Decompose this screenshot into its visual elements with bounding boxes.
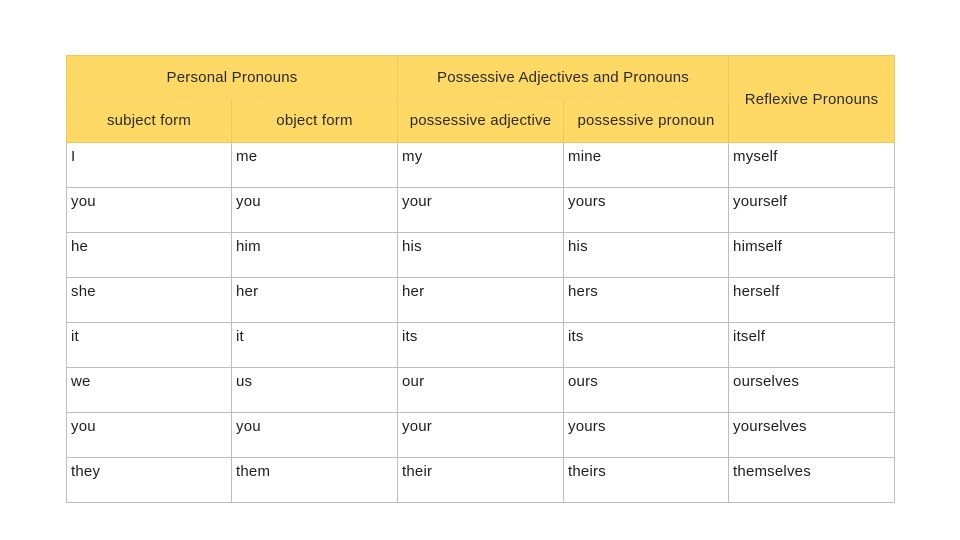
header-possessive-pronoun: possessive pronoun (563, 98, 730, 143)
cell-possessive-pronoun: mine (563, 142, 730, 188)
cell-object-form: it (230, 322, 399, 368)
table-body: Ime my mine myself you you your yours yourself he… (66, 142, 896, 503)
table-row: we us our ours ourselves (66, 367, 896, 413)
table-row: you you your yours yourselves (66, 412, 896, 458)
pronouns-table: Personal Pronouns Possessive Adjectives … (65, 55, 896, 503)
cell-object-form: them (230, 457, 399, 503)
table-row: it it its its itself (66, 322, 896, 368)
cell-reflexive-pronoun: yourself (728, 187, 896, 233)
table-row: you you your yours yourself (66, 187, 896, 233)
header-possessive-adjective: possessive adjective (397, 98, 565, 143)
cell-subject-form: you (66, 187, 232, 233)
cell-reflexive-pronoun: ourselves (728, 367, 896, 413)
cell-reflexive-pronoun: yourselves (728, 412, 896, 458)
cell-subject-form: he (66, 232, 232, 278)
cell-object-form: me (230, 142, 399, 188)
cell-subject-form: I (66, 142, 232, 188)
cell-reflexive-pronoun: himself (728, 232, 896, 278)
cell-reflexive-pronoun: herself (728, 277, 896, 323)
cell-subject-form: she (66, 277, 232, 323)
header-personal-pronouns: Personal Pronouns (65, 55, 399, 99)
cell-possessive-adjective: our (397, 367, 565, 413)
cell-subject-form: we (66, 367, 232, 413)
cell-possessive-adjective: her (397, 277, 565, 323)
cell-possessive-pronoun: its (563, 322, 730, 368)
header-possessive: Possessive Adjectives and Pronouns (397, 55, 730, 99)
cell-possessive-adjective: my (397, 142, 565, 188)
cell-subject-form: it (66, 322, 232, 368)
cell-possessive-pronoun: ours (563, 367, 730, 413)
cell-object-form: her (230, 277, 399, 323)
cell-possessive-pronoun: yours (563, 412, 730, 458)
cell-possessive-adjective: his (397, 232, 565, 278)
header-subject-form: subject form (66, 98, 232, 143)
cell-object-form: you (230, 412, 399, 458)
table-row: they them their theirs themselves (66, 457, 896, 503)
cell-possessive-adjective: its (397, 322, 565, 368)
cell-object-form: him (230, 232, 399, 278)
cell-reflexive-pronoun: myself (728, 142, 896, 188)
cell-reflexive-pronoun: themselves (728, 457, 896, 503)
cell-object-form: you (230, 187, 399, 233)
header-object-form: object form (230, 98, 399, 143)
table-row: she her her hers herself (66, 277, 896, 323)
table-row: Ime my mine myself (66, 142, 896, 188)
cell-possessive-adjective: your (397, 187, 565, 233)
cell-possessive-pronoun: theirs (563, 457, 730, 503)
header-reflexive-pronouns: Reflexive Pronouns (728, 55, 896, 143)
cell-reflexive-pronoun: itself (728, 322, 896, 368)
cell-possessive-adjective: your (397, 412, 565, 458)
cell-possessive-pronoun: yours (563, 187, 730, 233)
table-row: he him his his himself (66, 232, 896, 278)
cell-subject-form: they (66, 457, 232, 503)
cell-possessive-adjective: their (397, 457, 565, 503)
cell-subject-form: you (66, 412, 232, 458)
cell-object-form: us (230, 367, 399, 413)
cell-possessive-pronoun: hers (563, 277, 730, 323)
cell-possessive-pronoun: his (563, 232, 730, 278)
